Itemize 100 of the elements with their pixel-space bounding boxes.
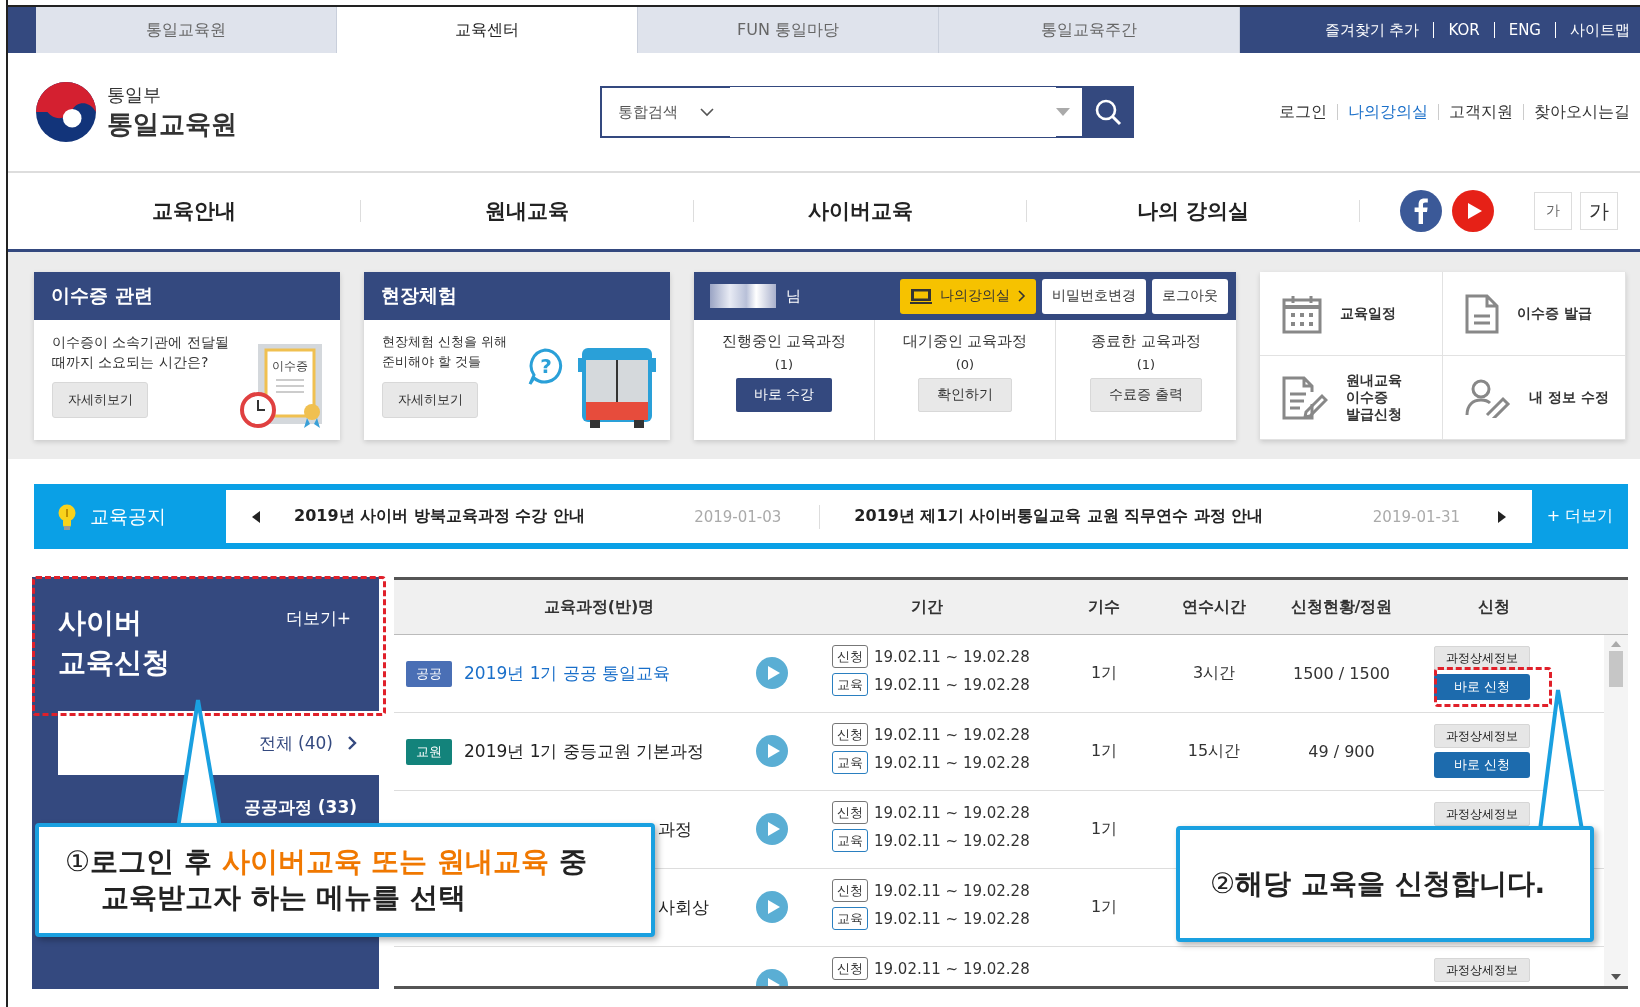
notice-date: 2019-01-03 xyxy=(694,507,782,526)
top-link[interactable]: KOR xyxy=(1448,21,1480,39)
top-link[interactable]: 즐겨찾기 추가 xyxy=(1324,20,1420,40)
apply-button[interactable]: 바로 신청 xyxy=(1434,752,1530,778)
card-description: 이수증이 소속기관에 전달될 때까지 소요되는 시간은? xyxy=(52,333,230,372)
nav-menu-item[interactable]: 원내교육 xyxy=(361,197,693,225)
facebook-icon[interactable] xyxy=(1400,190,1442,232)
course-details-button[interactable]: 과정상세정보 xyxy=(1434,958,1530,982)
date-range: 19.02.11 ~ 19.02.28 xyxy=(874,803,1030,822)
course-count: (1) xyxy=(774,357,794,372)
course-name-link[interactable]: 2019년 1기 중등교원 기본과정 xyxy=(464,740,705,763)
callout-text: ②해당 교육을 신청합니다. xyxy=(1210,866,1546,902)
chevron-down-icon xyxy=(700,107,714,117)
date-range: 19.02.11 ~ 19.02.28 xyxy=(874,909,1030,928)
search-field[interactable]: 통합검색 xyxy=(600,86,1134,138)
account-button[interactable]: 비밀번호변경 xyxy=(1042,278,1146,314)
column-header: 교육과정(반)명 xyxy=(542,596,656,618)
search-scope-dropdown[interactable]: 통합검색 xyxy=(602,102,730,122)
period-tag: 신청 xyxy=(832,957,868,980)
scroll-up-icon[interactable] xyxy=(1611,641,1621,647)
term-cell: 1기 xyxy=(1090,741,1118,762)
apply-button[interactable]: 바로 신청 xyxy=(1434,674,1530,700)
column-header: 기수 xyxy=(1087,596,1121,618)
card-description: 현장체험 신청을 위해 준비해야 할 것들 xyxy=(382,333,509,371)
period-tag: 신청 xyxy=(832,879,868,902)
details-button[interactable]: 자세히보기 xyxy=(382,382,478,418)
column-header: 신청 xyxy=(1477,596,1511,618)
date-range: 19.02.11 ~ 19.02.28 xyxy=(874,675,1030,694)
top-link[interactable]: 사이트맵 xyxy=(1570,20,1630,40)
site-tab[interactable]: FUN 통일마당 xyxy=(638,7,939,53)
course-type-tag: 교원 xyxy=(406,738,452,765)
course-name-link[interactable]: 사회상 xyxy=(658,896,709,919)
account-button[interactable]: 로그아웃 xyxy=(1152,278,1228,314)
course-action-button[interactable]: 확인하기 xyxy=(918,378,1012,412)
callout-text: ①로그인 후 사이버교육 또는 원내교육 중 교육받고자 하는 메뉴를 선택 xyxy=(65,844,587,916)
account-button[interactable]: 나의강의실 xyxy=(900,278,1036,314)
course-status-label: 진행중인 교육과정 xyxy=(721,332,847,351)
column-header: 신청현황/정원 xyxy=(1289,596,1394,618)
quick-link[interactable]: 내 정보 수정 xyxy=(1443,356,1626,440)
header-link[interactable]: 고객지원 xyxy=(1449,101,1513,123)
quick-link[interactable]: 원내교육 이수증 발급신청 xyxy=(1260,356,1443,440)
course-action-button[interactable]: 바로 수강 xyxy=(735,378,833,412)
course-name-link[interactable]: 2019년 1기 공공 통일교육 xyxy=(464,662,671,685)
more-link[interactable]: 더보기+ xyxy=(285,607,351,711)
column-header: 연수시간 xyxy=(1181,596,1247,618)
period-tag: 교육 xyxy=(832,673,868,696)
next-arrow-icon[interactable] xyxy=(1498,510,1506,523)
term-cell: 1기 xyxy=(1090,897,1118,918)
column-header: 기간 xyxy=(909,596,944,618)
play-icon[interactable] xyxy=(756,657,788,689)
quick-link[interactable]: 교육일정 xyxy=(1260,272,1443,356)
course-name-link[interactable]: 과정 xyxy=(658,818,692,841)
course-details-button[interactable]: 과정상세정보 xyxy=(1434,802,1530,826)
ministry-name: 통일부 xyxy=(107,82,162,107)
scroll-down-icon[interactable] xyxy=(1611,974,1621,980)
scrollbar-thumb[interactable] xyxy=(1609,651,1623,687)
period-tag: 신청 xyxy=(832,645,868,668)
notice-link[interactable]: 2019년 제1기 사이버통일교육 교원 직무연수 과정 안내 xyxy=(854,506,1264,527)
top-link[interactable]: ENG xyxy=(1508,21,1541,39)
chevron-right-icon xyxy=(347,735,357,751)
date-range: 19.02.11 ~ 19.02.28 xyxy=(874,881,1030,900)
quick-link[interactable]: 이수증 발급 xyxy=(1443,272,1626,356)
person-edit-icon xyxy=(1465,377,1511,418)
notice-link[interactable]: 2019년 사이버 방북교육과정 수강 안내 xyxy=(294,506,585,527)
hours-cell: 15시간 xyxy=(1187,741,1241,762)
period-tag: 교육 xyxy=(832,751,868,774)
header-link[interactable]: 나의강의실 xyxy=(1348,101,1428,123)
document-edit-icon xyxy=(1282,375,1328,420)
nav-menu-item[interactable]: 나의 강의실 xyxy=(1027,197,1359,225)
play-icon[interactable] xyxy=(756,813,788,845)
document-icon xyxy=(1465,293,1499,334)
notice-heading: 교육공지 xyxy=(90,503,166,529)
applicants-cell: 49 / 900 xyxy=(1308,742,1375,761)
course-action-button[interactable]: 수료증 출력 xyxy=(1089,378,1203,412)
font-size-button[interactable]: 가 xyxy=(1534,192,1572,230)
nav-menu-item[interactable]: 교육안내 xyxy=(28,197,360,225)
card-title: 현장체험 xyxy=(364,272,670,320)
video-play-icon[interactable] xyxy=(1452,190,1494,232)
course-details-button[interactable]: 과정상세정보 xyxy=(1434,646,1530,670)
date-range: 19.02.11 ~ 19.02.28 xyxy=(874,831,1030,850)
header-link[interactable]: 로그인 xyxy=(1279,101,1327,123)
date-range: 19.02.11 ~ 19.02.28 xyxy=(874,725,1030,744)
course-details-button[interactable]: 과정상세정보 xyxy=(1434,724,1530,748)
previous-arrow-icon[interactable] xyxy=(252,510,260,523)
details-button[interactable]: 자세히보기 xyxy=(52,382,148,418)
nav-menu-item[interactable]: 사이버교육 xyxy=(694,197,1026,225)
play-icon[interactable] xyxy=(756,891,788,923)
redacted-name-block xyxy=(710,284,776,308)
font-size-button[interactable]: 가 xyxy=(1580,192,1618,230)
header-link[interactable]: 찾아오시는길 xyxy=(1534,101,1630,123)
period-tag: 교육 xyxy=(832,907,868,930)
card-title: 이수증 관련 xyxy=(34,272,340,320)
menu-strip xyxy=(8,7,36,53)
site-tab[interactable]: 교육센터 xyxy=(337,7,638,53)
scrollbar[interactable] xyxy=(1604,635,1628,986)
play-icon[interactable] xyxy=(756,735,788,767)
period-tag: 신청 xyxy=(832,723,868,746)
applicants-cell: 1500 / 1500 xyxy=(1293,664,1390,683)
search-button[interactable] xyxy=(1082,86,1134,138)
course-status-label: 대기중인 교육과정 xyxy=(902,332,1028,351)
